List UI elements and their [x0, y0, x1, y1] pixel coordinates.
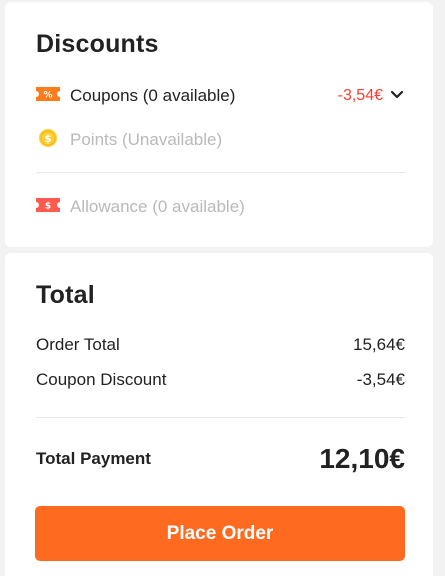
svg-text:$: $ — [45, 201, 51, 211]
coupons-label: Coupons (0 available) — [70, 86, 236, 105]
coupon-discount-value: -3,54€ — [356, 370, 405, 389]
svg-text:$: $ — [45, 134, 52, 145]
order-total-label: Order Total — [36, 335, 120, 354]
order-total-row: Order Total 15,64€ — [36, 335, 405, 355]
total-payment-label: Total Payment — [36, 449, 151, 468]
chevron-down-icon[interactable] — [383, 87, 405, 105]
total-divider — [36, 417, 405, 418]
allowance-row: $ Allowance (0 available) — [36, 195, 405, 219]
coupons-value: -3,54€ — [337, 87, 383, 104]
coupons-selector[interactable]: -3,54€ — [338, 87, 405, 105]
svg-text:%: % — [43, 90, 52, 100]
coupon-tag-icon: % — [36, 86, 60, 106]
discounts-title: Discounts — [36, 30, 159, 58]
total-card: Total Order Total 15,64€ Coupon Discount… — [5, 253, 433, 576]
coupons-row[interactable]: % Coupons (0 available) -3,54€ — [36, 84, 405, 108]
discounts-card: Discounts % Coupons (0 available) -3,54€… — [5, 2, 433, 247]
order-total-value: 15,64€ — [353, 335, 405, 354]
points-row: $ Points (Unavailable) — [36, 128, 405, 152]
coupon-discount-label: Coupon Discount — [36, 370, 167, 389]
total-title: Total — [36, 281, 95, 309]
coin-icon: $ — [36, 126, 60, 155]
points-label: Points (Unavailable) — [70, 130, 223, 149]
total-payment-value: 12,10€ — [319, 443, 405, 474]
total-payment-row: Total Payment 12,10€ — [36, 443, 405, 475]
allowance-tag-icon: $ — [36, 197, 60, 217]
allowance-label: Allowance (0 available) — [70, 197, 245, 216]
place-order-button[interactable]: Place Order — [35, 506, 405, 561]
coupon-discount-row: Coupon Discount -3,54€ — [36, 370, 405, 390]
discounts-divider — [36, 172, 405, 173]
